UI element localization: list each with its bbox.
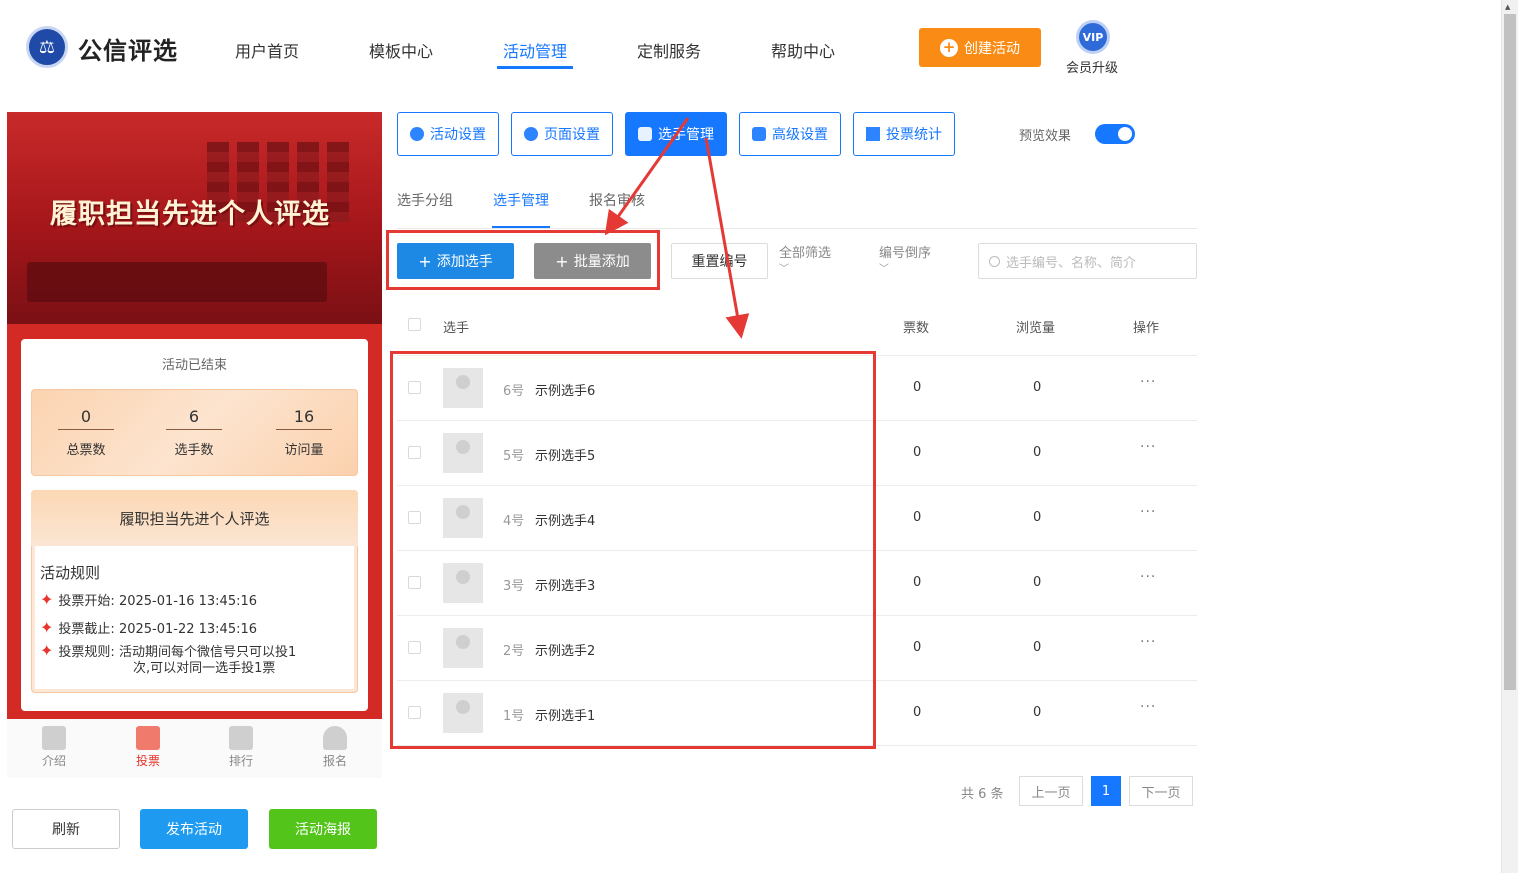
annotation-arrows — [604, 117, 750, 339]
annotation-arrow-to-toolbar — [604, 117, 690, 236]
annotation-arrow-to-table — [704, 137, 750, 339]
